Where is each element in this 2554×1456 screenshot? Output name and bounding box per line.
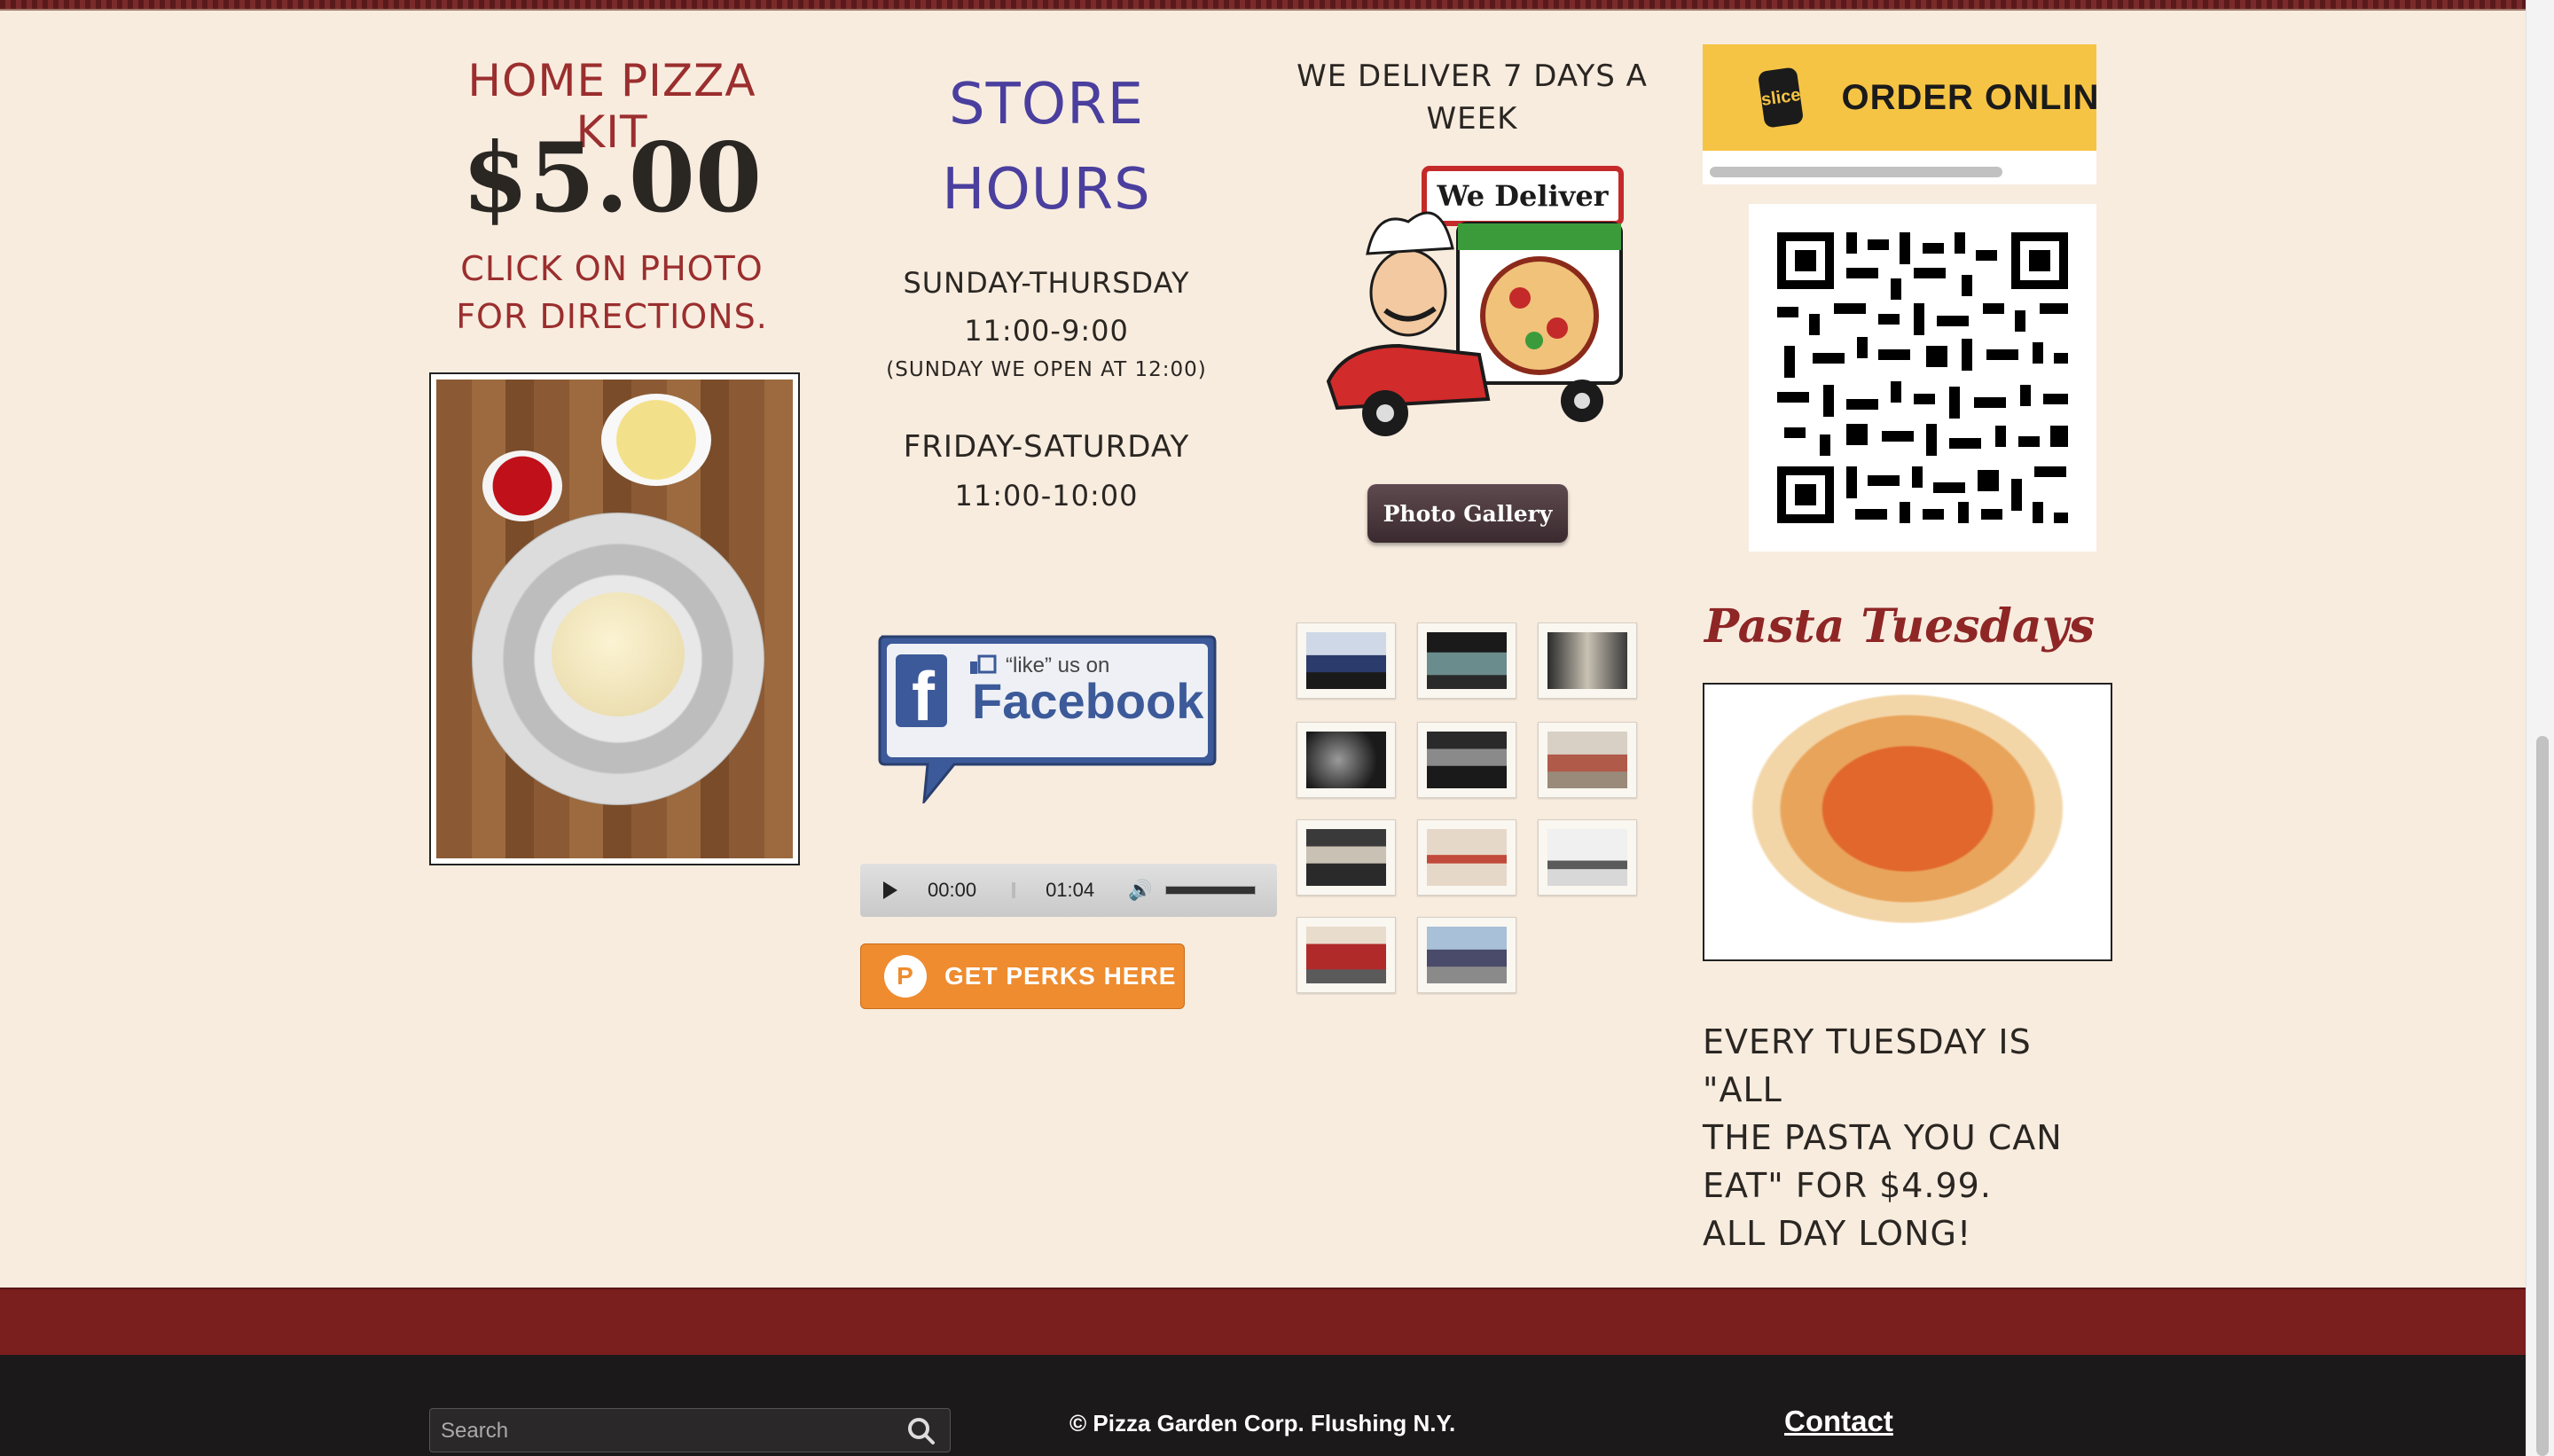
cheese-cup-image [601,394,711,486]
photo-gallery-button[interactable]: Photo Gallery [1367,484,1568,543]
pizza-kit-price: $5.00 [461,122,763,234]
svg-text:f: f [912,657,936,735]
gallery-thumbnail[interactable] [1297,917,1396,993]
gallery-thumbnail[interactable] [1538,819,1637,896]
gallery-thumbnail[interactable] [1417,819,1516,896]
order-online-banner[interactable]: slice ORDER ONLINE [1703,44,2096,151]
audio-player: 00:00 01:04 🔊 [860,864,1277,917]
store-hours-title-line2: HOURS [942,157,1151,223]
gallery-thumbnail[interactable] [1417,917,1516,993]
gallery-thumbnail[interactable] [1297,722,1396,798]
order-banner-scroll-area [1703,151,2096,184]
perks-icon: P [884,955,927,998]
audio-current-time: 00:00 [928,879,977,901]
page-background [0,0,2526,1288]
get-perks-button[interactable]: P GET PERKS HERE [860,943,1185,1009]
delivery-title: WE DELIVER 7 DAYS A WEEK [1297,59,1648,137]
qr-code-icon[interactable] [1749,204,2096,552]
facebook-like-badge[interactable]: f “like” us on Facebook [874,631,1217,803]
footer-red-band [0,1288,2526,1357]
pizza-kit-photo [436,380,793,858]
weekday-time: 11:00-9:00 [964,314,1129,348]
store-hours-title-line1: STORE [949,72,1144,137]
search-input[interactable] [439,1414,904,1448]
pasta-line2: THE PASTA YOU CAN [1703,1118,2063,1157]
pasta-photo [1703,683,2112,961]
audio-seek-bar[interactable] [1012,882,1016,898]
pasta-line3: EAT" FOR $4.99. [1703,1166,1992,1205]
sauce-cup-image [482,450,562,521]
gallery-thumbnail[interactable] [1417,622,1516,699]
order-banner-scrollbar[interactable] [1710,167,2002,177]
weekend-time: 11:00-10:00 [954,479,1139,513]
gallery-thumbnail[interactable] [1297,622,1396,699]
weekday-label: SUNDAY-THURSDAY [903,266,1190,300]
pizza-kit-directions-note: CLICK ON PHOTO FOR DIRECTIONS. [456,249,768,336]
gallery-thumbnail[interactable] [1538,722,1637,798]
store-hours-title: STORE HOURS [887,62,1206,232]
truck-sign-text: We Deliver [1436,179,1609,213]
get-perks-label: GET PERKS HERE [944,962,1177,990]
pizza-kit-photo-link[interactable] [429,372,800,865]
gallery-thumbnail[interactable] [1297,819,1396,896]
delivery-truck-illustration[interactable]: We Deliver [1311,160,1644,452]
top-border-trim [0,0,2526,11]
pasta-tuesdays-title: Pasta Tuesdays [1704,599,2096,654]
weekend-label: FRIDAY-SATURDAY [903,429,1190,465]
page-scrollbar-thumb[interactable] [2536,736,2549,1456]
dough-image [552,592,685,716]
volume-icon[interactable]: 🔊 [1128,879,1152,902]
contact-link[interactable]: Contact [1784,1405,1893,1438]
order-online-label: ORDER ONLINE [1841,77,2096,117]
gallery-thumbnail[interactable] [1417,722,1516,798]
gallery-thumbnail[interactable] [1538,622,1637,699]
play-icon[interactable] [883,881,897,899]
footer [0,1355,2526,1456]
pasta-line1: EVERY TUESDAY IS "ALL [1703,1022,2032,1109]
footer-search [429,1408,951,1452]
audio-duration: 01:04 [1046,879,1095,901]
search-icon[interactable] [904,1414,939,1448]
facebook-brand-text: Facebook [972,673,1204,729]
pasta-line4: ALL DAY LONG! [1703,1214,1972,1253]
volume-slider[interactable] [1164,886,1256,895]
slice-logo-icon: slice [1757,67,1805,129]
sunday-note: (SUNDAY WE OPEN AT 12:00) [886,358,1207,381]
pasta-tuesdays-description: EVERY TUESDAY IS "ALL THE PASTA YOU CAN … [1703,1018,2119,1257]
copyright-text: © Pizza Garden Corp. Flushing N.Y. [1069,1410,1456,1436]
